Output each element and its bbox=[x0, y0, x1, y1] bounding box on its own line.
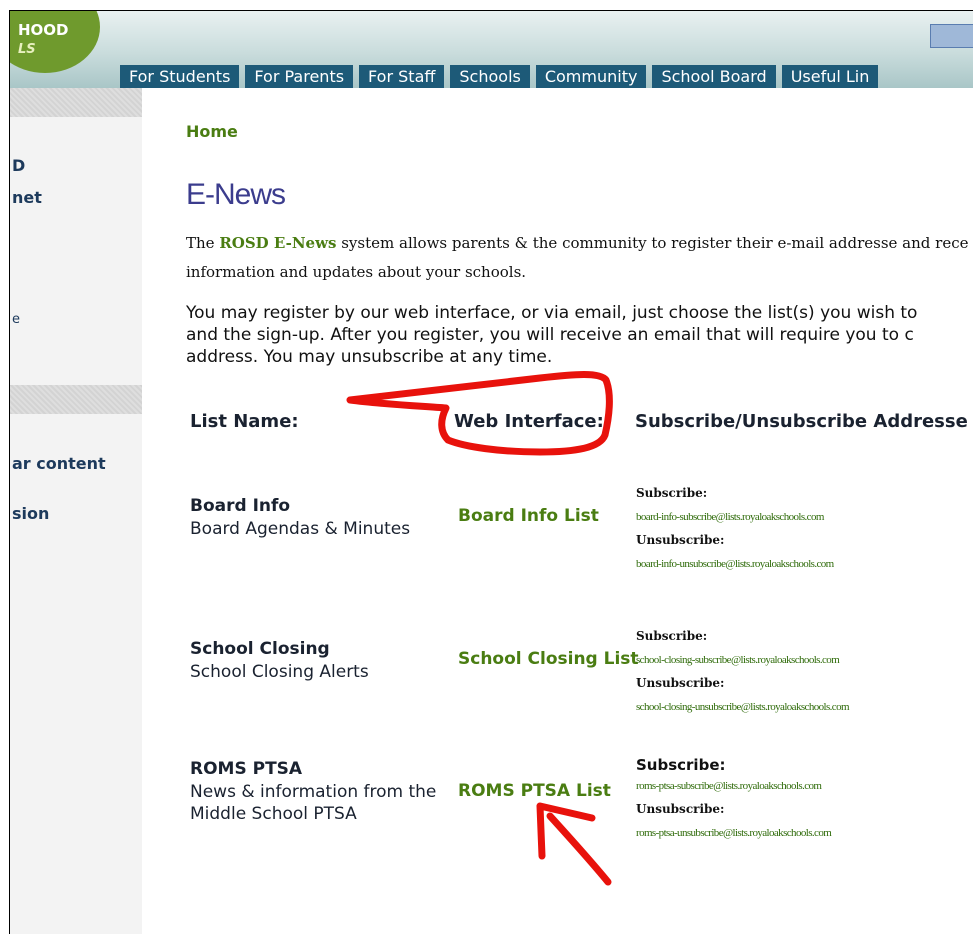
subscribe-email-link[interactable]: school-closing-subscribe@lists.royaloaks… bbox=[636, 654, 840, 666]
nav-useful-links[interactable]: Useful Lin bbox=[781, 65, 879, 88]
intro-paragraph: The ROSD E-News system allows parents & … bbox=[186, 229, 973, 287]
header-subscribe-addresses: Subscribe/Unsubscribe Addresse bbox=[635, 411, 968, 432]
intro-text: system allows parents & the community to… bbox=[336, 234, 969, 252]
list-description: School Closing Alerts bbox=[190, 662, 369, 682]
list-name: ROMS PTSA bbox=[190, 759, 303, 779]
search-input[interactable] bbox=[930, 24, 973, 48]
unsubscribe-label: Unsubscribe: bbox=[636, 533, 725, 547]
school-closing-list-link[interactable]: School Closing List bbox=[458, 649, 639, 669]
browser-viewport: HOOD LS For Students For Parents For Sta… bbox=[9, 10, 973, 934]
unsubscribe-label: Unsubscribe: bbox=[636, 802, 725, 816]
list-description: News & information from the bbox=[190, 782, 437, 802]
instructions-line: address. You may unsubscribe at any time… bbox=[186, 347, 553, 367]
sidebar-band bbox=[10, 88, 142, 117]
sidebar-band bbox=[10, 385, 142, 414]
page-title: E-News bbox=[186, 178, 286, 211]
subscribe-label: Subscribe: bbox=[636, 486, 708, 500]
list-description: Board Agendas & Minutes bbox=[190, 519, 411, 539]
nav-for-students[interactable]: For Students bbox=[120, 65, 240, 88]
sidebar-item-fragment[interactable]: net bbox=[12, 188, 42, 207]
header-list-name: List Name: bbox=[190, 411, 299, 432]
sidebar-item-fragment[interactable]: e bbox=[12, 312, 20, 327]
roms-ptsa-list-link[interactable]: ROMS PTSA List bbox=[458, 781, 611, 801]
intro-text: The bbox=[186, 234, 220, 252]
list-description: Middle School PTSA bbox=[190, 804, 357, 824]
logo-line1: HOOD bbox=[18, 21, 69, 39]
nav-schools[interactable]: Schools bbox=[450, 65, 530, 88]
unsubscribe-email-link[interactable]: board-info-unsubscribe@lists.royaloaksch… bbox=[636, 558, 834, 570]
instructions-paragraph: You may register by our web interface, o… bbox=[186, 302, 973, 368]
logo-text: HOOD LS bbox=[18, 21, 98, 57]
nav-for-parents[interactable]: For Parents bbox=[245, 65, 354, 88]
district-logo[interactable]: HOOD LS bbox=[10, 11, 100, 73]
intro-text: information and updates about your schoo… bbox=[186, 263, 527, 281]
subscribe-label: Subscribe: bbox=[636, 629, 708, 643]
nav-for-staff[interactable]: For Staff bbox=[359, 65, 445, 88]
list-name: School Closing bbox=[190, 639, 330, 659]
sidebar-item-fragment[interactable]: D bbox=[12, 156, 25, 175]
nav-school-board[interactable]: School Board bbox=[652, 65, 776, 88]
breadcrumb-home[interactable]: Home bbox=[186, 122, 238, 141]
nav-community[interactable]: Community bbox=[535, 65, 647, 88]
instructions-line: and the sign-up. After you register, you… bbox=[186, 325, 914, 345]
unsubscribe-email-link[interactable]: roms-ptsa-unsubscribe@lists.royaloakscho… bbox=[636, 827, 832, 839]
logo-line2: LS bbox=[18, 42, 36, 57]
site-header: HOOD LS For Students For Parents For Sta… bbox=[10, 11, 973, 88]
subscribe-email-link[interactable]: board-info-subscribe@lists.royaloakschoo… bbox=[636, 511, 824, 523]
header-web-interface: Web Interface: bbox=[454, 411, 604, 432]
left-sidebar: D net e ar content sion bbox=[10, 88, 142, 934]
list-name: Board Info bbox=[190, 496, 291, 516]
sidebar-item-fragment[interactable]: sion bbox=[12, 504, 49, 523]
subscribe-label: Subscribe: bbox=[636, 756, 726, 774]
rosd-enews-link[interactable]: ROSD E-News bbox=[219, 234, 336, 252]
unsubscribe-email-link[interactable]: school-closing-unsubscribe@lists.royaloa… bbox=[636, 701, 850, 713]
instructions-line: You may register by our web interface, o… bbox=[186, 303, 918, 323]
board-info-list-link[interactable]: Board Info List bbox=[458, 506, 599, 526]
subscribe-email-link[interactable]: roms-ptsa-subscribe@lists.royaloakschool… bbox=[636, 780, 822, 792]
sidebar-item-fragment[interactable]: ar content bbox=[12, 454, 106, 473]
unsubscribe-label: Unsubscribe: bbox=[636, 676, 725, 690]
main-nav: For Students For Parents For Staff Schoo… bbox=[120, 65, 884, 88]
